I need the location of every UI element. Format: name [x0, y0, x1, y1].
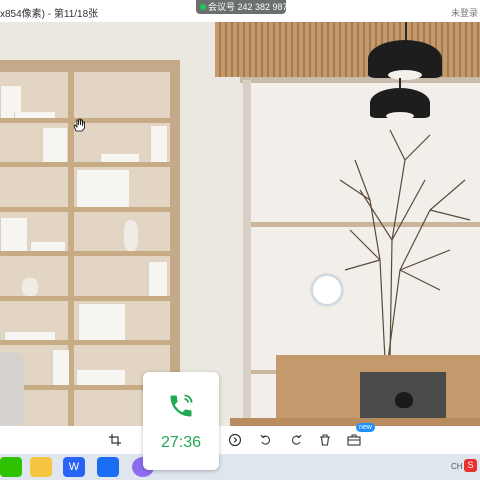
shelf-plank	[0, 207, 170, 212]
input-language[interactable]: CH	[451, 462, 463, 471]
toolbox-icon[interactable]	[346, 432, 362, 448]
book-stack	[4, 332, 55, 340]
ceiling-edge	[240, 77, 480, 83]
screen: x854像素) - 第11/18张 未登录 会议号 242 382 987 ne…	[0, 0, 480, 480]
play-circle-icon[interactable]	[227, 432, 243, 448]
plant-illustration	[339, 129, 471, 360]
sogou-input-icon[interactable]: S	[464, 459, 477, 472]
book-stack	[100, 154, 139, 162]
rotate-right-icon[interactable]	[288, 432, 304, 448]
meeting-status-dot	[200, 4, 206, 10]
new-badge: new	[356, 423, 375, 432]
trash-icon[interactable]	[317, 432, 333, 448]
book-stack	[148, 262, 167, 296]
lamp-glow	[386, 112, 414, 120]
floor-edge	[230, 418, 480, 426]
book-stack	[30, 242, 65, 251]
login-status[interactable]: 未登录	[451, 6, 478, 19]
book-stack	[14, 112, 55, 118]
book-stack	[42, 128, 67, 162]
shelf-plank	[0, 296, 170, 301]
shelf-plank	[0, 340, 170, 345]
book-stack	[78, 304, 125, 340]
call-timer: 27:36	[160, 434, 202, 451]
wps-icon[interactable]: W	[63, 457, 85, 477]
vase	[124, 220, 138, 251]
vase	[22, 278, 38, 296]
crop-icon[interactable]	[107, 432, 123, 448]
book-stack	[52, 350, 69, 385]
shelf-plank	[0, 162, 170, 167]
meeting-id-pill[interactable]: 会议号 242 382 987	[196, 0, 288, 14]
ceiling-light-disk	[311, 274, 343, 306]
folder-icon[interactable]	[30, 457, 52, 477]
hand-cursor-icon	[73, 118, 85, 132]
book-stack	[76, 170, 129, 207]
call-widget[interactable]: 27:36	[143, 372, 219, 470]
book-stack	[0, 218, 27, 251]
meeting-id-label: 会议号 242 382 987	[208, 2, 288, 12]
taskbar: W CH S	[0, 454, 480, 480]
window-title: x854像素) - 第11/18张	[0, 9, 99, 20]
book-stack	[150, 126, 167, 162]
lamp-glow	[388, 70, 422, 80]
meeting-app-icon[interactable]	[97, 457, 119, 477]
wechat-icon[interactable]	[0, 457, 22, 477]
viewer-toolbar	[0, 426, 480, 454]
shelf-plank	[0, 251, 170, 256]
phone-icon	[170, 394, 193, 417]
teapot	[395, 392, 413, 408]
chair	[0, 352, 24, 426]
wall-pillar	[243, 80, 251, 426]
rotate-left-icon[interactable]	[258, 432, 274, 448]
book-stack	[76, 370, 125, 385]
